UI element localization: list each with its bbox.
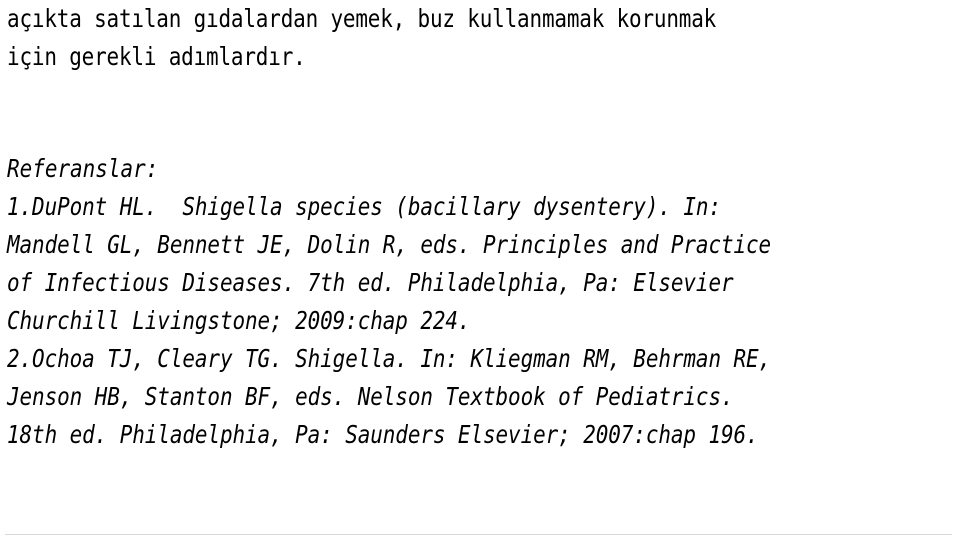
intro-line: için gerekli adımlardır. [7, 42, 306, 71]
reference-line: Mandell GL, Bennett JE, Dolin R, eds. Pr… [7, 230, 772, 259]
reference-line: 2.Ochoa TJ, Cleary TG. Shigella. In: Kli… [7, 344, 772, 373]
reference-line: 18th ed. Philadelphia, Pa: Saunders Else… [7, 420, 759, 449]
document-page: açıkta satılan gıdalardan yemek, buz kul… [0, 0, 960, 541]
reference-line: Churchill Livingstone; 2009:chap 224. [7, 306, 471, 335]
reference-line: of Infectious Diseases. 7th ed. Philadel… [7, 268, 734, 297]
reference-entry-2: 2.Ochoa TJ, Cleary TG. Shigella. In: Kli… [7, 340, 955, 454]
bottom-divider [5, 534, 952, 535]
intro-paragraph: açıkta satılan gıdalardan yemek, buz kul… [7, 0, 955, 76]
intro-line: açıkta satılan gıdalardan yemek, buz kul… [7, 4, 717, 33]
references-section: Referanslar: 1.DuPont HL. Shigella speci… [7, 150, 955, 454]
reference-entry-1: 1.DuPont HL. Shigella species (bacillary… [7, 188, 955, 340]
reference-line: Jenson HB, Stanton BF, eds. Nelson Textb… [7, 382, 734, 411]
references-heading: Referanslar: [7, 154, 159, 183]
reference-line: 1.DuPont HL. Shigella species (bacillary… [7, 192, 721, 221]
